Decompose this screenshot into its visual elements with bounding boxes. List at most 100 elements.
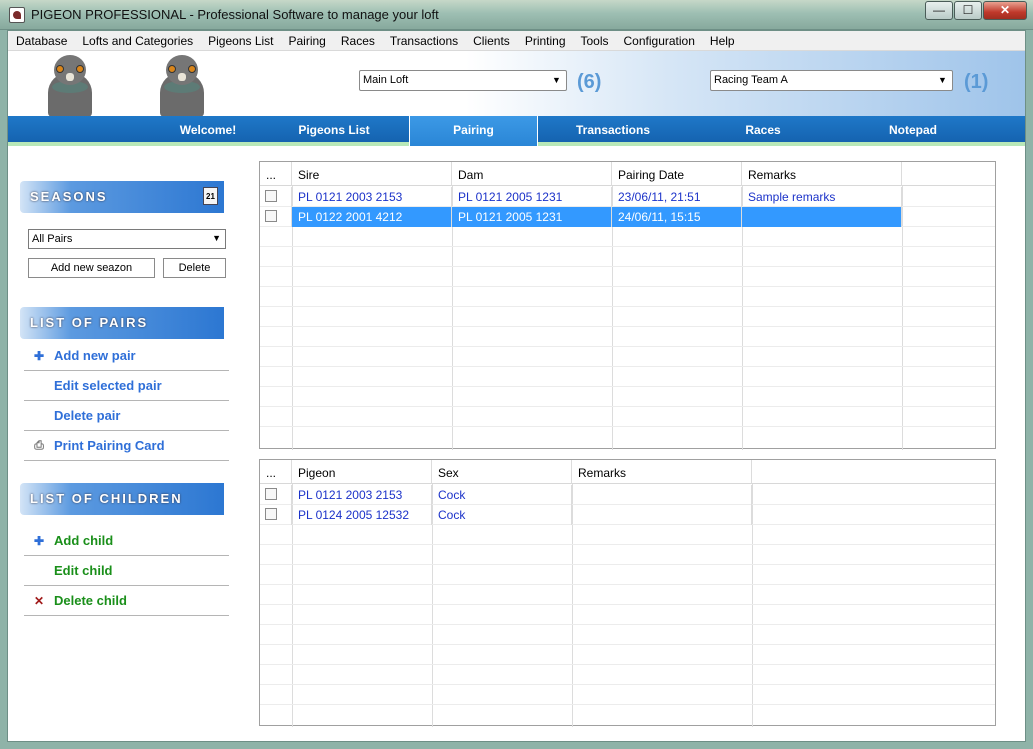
app-window: Database Lofts and Categories Pigeons Li… [7,30,1026,742]
print-pairing-card-label: Print Pairing Card [54,438,165,453]
delete-child-link[interactable]: ✕ Delete child [24,586,229,616]
delete-pair-label: Delete pair [54,408,121,423]
minimize-button[interactable]: — [925,1,953,20]
row-checkbox[interactable] [265,190,277,202]
loft-select[interactable]: Main Loft ▼ [359,70,567,91]
team-select[interactable]: Racing Team A ▼ [710,70,953,91]
table-row[interactable]: PL 0121 2003 2153 Cock [260,485,995,505]
table-row[interactable]: PL 0124 2005 12532 Cock [260,505,995,525]
loft-count: (6) [577,71,602,93]
menu-printing[interactable]: Printing [519,34,575,48]
menu-tools[interactable]: Tools [575,34,618,48]
team-select-value: Racing Team A [714,74,788,86]
sex-cell: Cock [432,505,572,525]
calendar-icon[interactable]: 21 [203,187,218,205]
delete-season-button[interactable]: Delete [163,258,226,278]
remarks-cell: Sample remarks [742,187,902,207]
edit-child-link[interactable]: Edit child [24,556,229,586]
children-table-header: ... Pigeon Sex Remarks [260,460,995,484]
menu-races[interactable]: Races [335,34,384,48]
seasons-title: SEASONS [30,189,108,204]
close-button[interactable]: ✕ [983,1,1027,20]
pairing-date-cell: 23/06/11, 21:51 [612,187,742,207]
menu-pigeons-list[interactable]: Pigeons List [202,34,282,48]
pairing-date-cell: 24/06/11, 15:15 [612,207,742,227]
chevron-down-icon: ▼ [938,75,947,85]
add-pair-link[interactable]: ✚ Add new pair [24,341,229,371]
plus-icon: ✚ [33,533,45,548]
row-checkbox[interactable] [265,210,277,222]
edit-child-label: Edit child [54,563,113,578]
remarks-cell [742,207,902,227]
delete-pair-link[interactable]: Delete pair [24,401,229,431]
add-season-button[interactable]: Add new seazon [28,258,155,278]
chevron-down-icon: ▼ [552,75,561,85]
column-header-dam[interactable]: Dam [452,162,612,186]
column-header-pigeon[interactable]: Pigeon [292,460,432,484]
remarks-cell [572,485,752,505]
header-banner: Main Loft ▼ (6) Racing Team A ▼ (1) [8,51,1025,117]
loft-select-value: Main Loft [363,74,409,86]
team-count: (1) [964,71,989,93]
sex-cell: Cock [432,485,572,505]
title-bar: PIGEON PROFESSIONAL - Professional Softw… [0,0,1033,30]
column-header-select[interactable]: ... [260,162,292,186]
children-header: LIST OF CHILDREN [20,483,224,515]
edit-pair-link[interactable]: Edit selected pair [24,371,229,401]
tab-notepad[interactable]: Notepad [853,116,973,142]
season-filter-select[interactable]: All Pairs ▼ [28,229,226,249]
column-header-remarks[interactable]: Remarks [742,162,902,186]
maximize-button[interactable]: ☐ [954,1,982,20]
app-icon [9,7,25,23]
print-pairing-card-link[interactable]: ⎙ Print Pairing Card [24,431,229,461]
column-header-sire[interactable]: Sire [292,162,452,186]
menu-lofts-and-categories[interactable]: Lofts and Categories [76,34,202,48]
add-child-label: Add child [54,533,114,548]
row-checkbox[interactable] [265,488,277,500]
pigeon-image [152,55,212,117]
column-header-pairing-date[interactable]: Pairing Date [612,162,742,186]
seasons-header: SEASONS 21 [20,181,224,213]
tab-pairing[interactable]: Pairing [409,116,538,146]
dam-cell: PL 0121 2005 1231 [452,187,612,207]
tab-pigeons-list[interactable]: Pigeons List [274,116,394,142]
table-row-selected[interactable]: PL 0122 2001 4212 PL 0121 2005 1231 24/0… [260,207,995,227]
menu-pairing[interactable]: Pairing [283,34,335,48]
sire-cell: PL 0121 2003 2153 [292,187,452,207]
pigeon-cell: PL 0121 2003 2153 [292,485,432,505]
pairs-header: LIST OF PAIRS [20,307,224,339]
column-header-remarks[interactable]: Remarks [572,460,752,484]
tab-welcome[interactable]: Welcome! [148,116,268,142]
delete-x-icon: ✕ [33,593,45,608]
pairs-table: ... Sire Dam Pairing Date Remarks PL 012… [259,161,996,450]
column-header-select[interactable]: ... [260,460,292,484]
pairs-title: LIST OF PAIRS [30,315,149,330]
pigeon-cell: PL 0124 2005 12532 [292,505,432,525]
add-pair-label: Add new pair [54,348,136,363]
season-filter-value: All Pairs [32,233,73,245]
menu-transactions[interactable]: Transactions [384,34,467,48]
menu-clients[interactable]: Clients [467,34,519,48]
delete-child-label: Delete child [54,593,127,608]
edit-pair-label: Edit selected pair [54,378,162,393]
menu-database[interactable]: Database [10,34,76,48]
sire-cell: PL 0122 2001 4212 [292,207,452,227]
tab-bar: Welcome! Pigeons List Pairing Transactio… [8,116,1025,146]
table-row[interactable]: PL 0121 2003 2153 PL 0121 2005 1231 23/0… [260,187,995,207]
window-title: PIGEON PROFESSIONAL - Professional Softw… [31,7,439,22]
dam-cell: PL 0121 2005 1231 [452,207,612,227]
printer-icon: ⎙ [34,438,44,452]
menu-configuration[interactable]: Configuration [618,34,704,48]
pigeon-image [40,55,100,117]
remarks-cell [572,505,752,525]
pairs-table-header: ... Sire Dam Pairing Date Remarks [260,162,995,186]
menu-help[interactable]: Help [704,34,744,48]
tab-races[interactable]: Races [703,116,823,142]
children-table: ... Pigeon Sex Remarks PL 0121 2003 2153… [259,459,996,727]
add-child-link[interactable]: ✚ Add child [24,526,229,556]
row-checkbox[interactable] [265,508,277,520]
column-header-sex[interactable]: Sex [432,460,572,484]
tab-transactions[interactable]: Transactions [553,116,673,142]
plus-icon: ✚ [33,348,45,363]
children-title: LIST OF CHILDREN [30,491,183,506]
